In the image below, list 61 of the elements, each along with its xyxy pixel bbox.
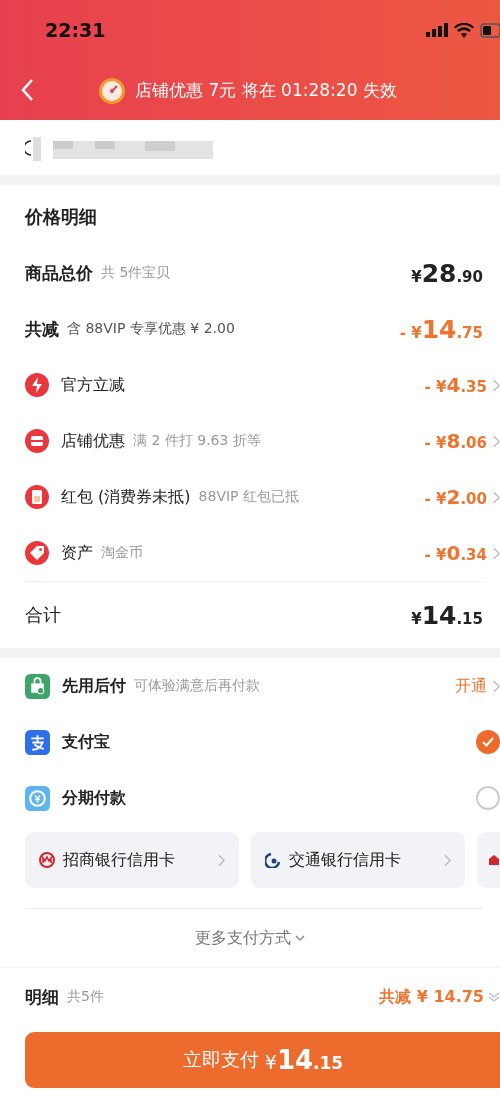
section-title: 价格明细 [25,205,98,229]
bank-logo-icon [39,852,55,868]
row-label: 店铺优惠 [61,430,125,452]
alipay-icon [25,729,50,755]
row-note: 88VIP 红包已抵 [198,488,299,506]
row-label: 共减 [25,317,59,341]
row-label: 商品总价 [25,261,93,285]
tag-icon [25,541,49,565]
savings-total[interactable]: 共减 ¥ 14.75 [379,986,484,1008]
detail-label: 明细 [25,985,59,1009]
price-amount: - ¥0.34 [424,541,487,565]
check-icon [482,737,494,747]
shopping-bag-icon [25,673,50,699]
payment-method-label: 先用后付 [62,675,126,697]
price-amount: - ¥2.00 [424,485,487,509]
alarm-clock-icon [97,75,128,105]
payment-method-label: 分期付款 [62,787,126,809]
row-note: 含 88VIP 专享优惠 ¥ 2.00 [67,320,235,338]
radio-button[interactable] [476,730,500,754]
bank-card-button[interactable]: 招商银行信用卡 [25,832,239,888]
signal-icon [426,23,448,37]
price-amount: ¥14.15 [411,600,483,630]
item-count: 共5件 [67,988,104,1006]
lightning-icon [25,373,49,397]
chevron-icon [493,434,500,448]
chevron-icon [218,853,225,867]
chevron-icon [444,853,451,867]
radio-button[interactable] [476,786,500,810]
row-note: 淘金币 [101,544,143,562]
row-label: 红包 (消费券未抵) [61,486,191,508]
chevron-icon [493,490,500,504]
coupon-icon [25,429,49,453]
price-amount: ¥28.90 [411,258,483,288]
row-note: 共 5件宝贝 [101,264,171,282]
envelope-icon [25,485,49,509]
price-amount: - ¥4.35 [424,373,487,397]
bank-logo-icon [489,855,499,865]
row-label: 资产 [61,542,93,564]
back-icon[interactable] [20,78,34,102]
price-amount: - ¥8.06 [424,429,487,453]
clock-time: 22:31 [45,19,106,41]
chevron-icon [493,378,500,392]
bank-logo-icon [265,852,281,868]
payment-method-label: 支付宝 [62,731,110,753]
activate-link[interactable]: 开通 [455,675,487,697]
chevron-down-icon [295,934,305,942]
row-note: 满 2 件打 9.63 折等 [133,432,261,450]
coupon-countdown-text: 店铺优惠 7元 将在 01:28:20 失效 [135,78,397,102]
row-label: 官方立减 [61,374,125,396]
more-payment-button[interactable]: 更多支付方式 [189,926,311,950]
installment-icon [25,785,50,811]
row-label: 合计 [25,603,61,627]
pay-now-button[interactable]: 立即支付 ¥14.15 [25,1032,500,1088]
row-note: 可体验满意后再付款 [134,677,260,695]
price-amount: - ¥14.75 [399,314,483,344]
chevron-down-icon[interactable] [488,991,500,1003]
chevron-icon [493,679,500,693]
wifi-icon [454,22,474,38]
battery-icon [480,22,500,38]
chevron-icon [493,546,500,560]
bank-card-button[interactable]: 交通银行信用卡 [251,832,465,888]
